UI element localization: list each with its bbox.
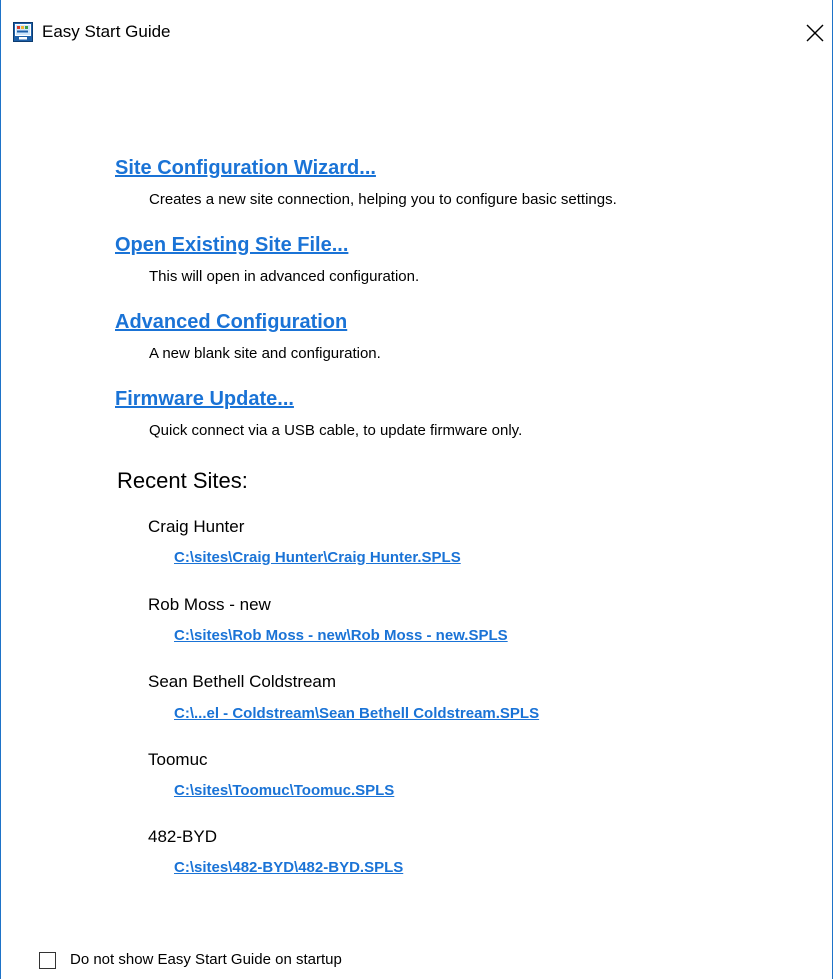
recent-site-path-link[interactable]: C:\sites\Toomuc\Toomuc.SPLS	[174, 781, 394, 801]
close-icon	[806, 24, 824, 42]
recent-site-path-link[interactable]: C:\...el - Coldstream\Sean Bethell Colds…	[174, 704, 539, 724]
window-title: Easy Start Guide	[42, 22, 171, 41]
close-button[interactable]	[798, 16, 832, 50]
open-existing-site-file-description: This will open in advanced configuration…	[149, 268, 420, 285]
easy-start-guide-window: Easy Start Guide Site Configuration Wiza…	[0, 0, 833, 979]
recent-site-path-link[interactable]: C:\sites\Craig Hunter\Craig Hunter.SPLS	[174, 548, 461, 568]
do-not-show-on-startup-checkbox[interactable]	[39, 952, 56, 969]
recent-site-name: Craig Hunter	[148, 517, 245, 536]
firmware-update-link[interactable]: Firmware Update...	[115, 386, 294, 412]
recent-site-name: Rob Moss - new	[148, 595, 271, 614]
do-not-show-on-startup-label[interactable]: Do not show Easy Start Guide on startup	[70, 950, 342, 970]
recent-sites-heading: Recent Sites:	[117, 468, 248, 493]
advanced-configuration-description: A new blank site and configuration.	[149, 345, 381, 362]
recent-site-name: 482-BYD	[148, 827, 217, 846]
open-existing-site-file-link[interactable]: Open Existing Site File...	[115, 232, 348, 258]
recent-site-path-link[interactable]: C:\sites\482-BYD\482-BYD.SPLS	[174, 858, 403, 878]
advanced-configuration-link[interactable]: Advanced Configuration	[115, 309, 347, 335]
site-configuration-wizard-description: Creates a new site connection, helping y…	[149, 191, 617, 208]
recent-site-path-link[interactable]: C:\sites\Rob Moss - new\Rob Moss - new.S…	[174, 626, 508, 646]
site-configuration-wizard-link[interactable]: Site Configuration Wizard...	[115, 155, 376, 181]
recent-site-name: Toomuc	[148, 750, 208, 769]
title-bar[interactable]: Easy Start Guide	[1, 0, 832, 64]
firmware-update-description: Quick connect via a USB cable, to update…	[149, 422, 523, 439]
monitor-app-icon	[13, 22, 33, 42]
recent-site-name: Sean Bethell Coldstream	[148, 672, 337, 691]
